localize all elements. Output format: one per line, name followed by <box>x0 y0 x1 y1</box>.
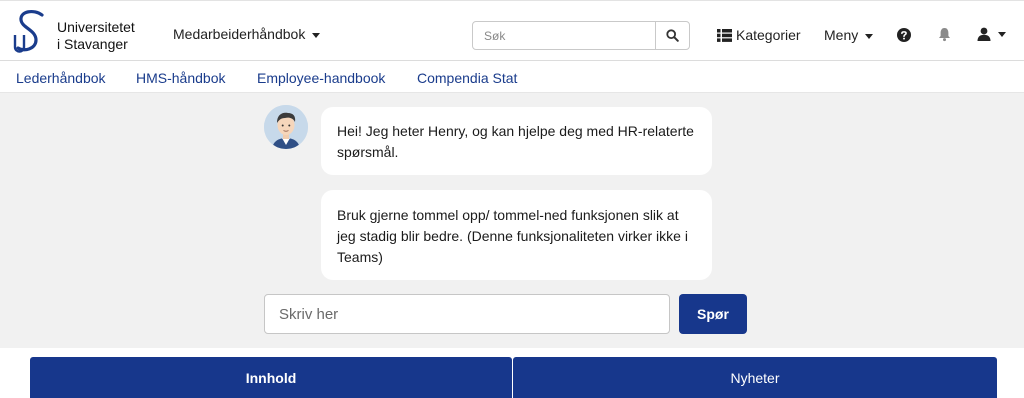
menu-dropdown[interactable]: Meny <box>824 27 874 43</box>
bot-avatar <box>264 105 308 149</box>
bot-message: Hei! Jeg heter Henry, og kan hjelpe deg … <box>321 107 712 175</box>
handbook-dropdown-label: Medarbeiderhåndbok <box>173 26 306 42</box>
uis-logo[interactable]: Universitetet i Stavanger <box>12 9 152 55</box>
tab-nyheter[interactable]: Nyheter <box>513 357 997 398</box>
logo-text: Universitetet i Stavanger <box>57 19 135 53</box>
henry-avatar-icon <box>264 105 308 149</box>
content-tabs: Innhold Nyheter <box>30 357 997 398</box>
search-input[interactable] <box>473 22 656 49</box>
list-icon <box>717 28 732 42</box>
help-button[interactable] <box>897 28 911 47</box>
user-menu[interactable] <box>977 27 1006 41</box>
user-icon <box>977 27 991 41</box>
tab-innhold[interactable]: Innhold <box>30 357 512 398</box>
bot-message: Bruk gjerne tommel opp/ tommel-ned funks… <box>321 190 712 280</box>
caret-down-icon <box>865 33 874 39</box>
logo-line2: i Stavanger <box>57 36 128 52</box>
nav-link-employee-handbook[interactable]: Employee-handbook <box>257 70 385 86</box>
search-icon <box>666 29 679 42</box>
site-header: Universitetet i Stavanger Medarbeiderhån… <box>0 1 1024 61</box>
categories-label: Kategorier <box>736 27 801 43</box>
caret-down-icon <box>998 31 1006 37</box>
uis-monogram-icon <box>13 9 44 53</box>
chat-input[interactable] <box>264 294 670 334</box>
search-button[interactable] <box>655 22 689 49</box>
ask-button[interactable]: Spør <box>679 294 747 334</box>
nav-link-lederhandbok[interactable]: Lederhåndbok <box>16 70 106 86</box>
search-box <box>472 21 690 50</box>
handbook-dropdown[interactable]: Medarbeiderhåndbok <box>173 26 321 42</box>
help-icon <box>897 28 911 42</box>
chatbot-panel: Hei! Jeg heter Henry, og kan hjelpe deg … <box>0 93 1024 348</box>
nav-link-hms-handbok[interactable]: HMS-håndbok <box>136 70 226 86</box>
notifications-button[interactable] <box>938 27 951 47</box>
menu-label: Meny <box>824 27 859 43</box>
categories-button[interactable]: Kategorier <box>717 27 801 43</box>
nav-link-compendia-stat[interactable]: Compendia Stat <box>417 70 517 86</box>
handbook-nav: Lederhåndbok HMS-håndbok Employee-handbo… <box>0 62 1024 93</box>
caret-down-icon <box>312 32 321 38</box>
logo-line1: Universitetet <box>57 19 135 35</box>
bell-icon <box>939 28 950 42</box>
